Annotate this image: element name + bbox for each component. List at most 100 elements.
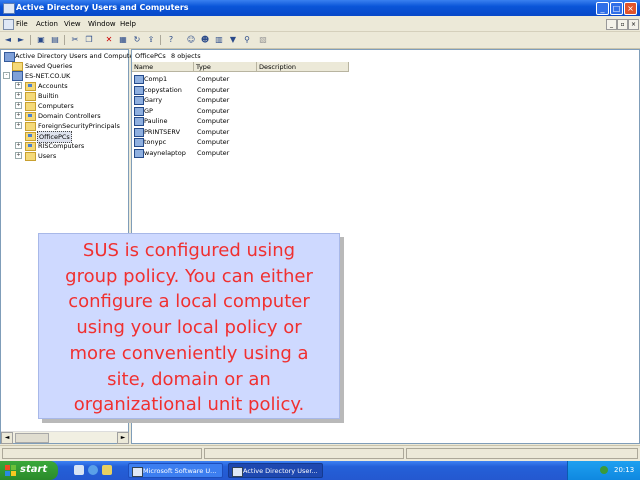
forward-arrow-icon[interactable]: ► bbox=[16, 35, 26, 45]
add-to-group-icon[interactable]: ▧ bbox=[258, 35, 268, 45]
folder-icon bbox=[25, 122, 36, 131]
list-item-name[interactable]: tonypc bbox=[144, 137, 166, 147]
expand-toggle[interactable]: + bbox=[15, 142, 22, 149]
list-item-name[interactable]: Garry bbox=[144, 95, 162, 105]
list-item-name[interactable]: Comp1 bbox=[144, 74, 167, 84]
clock[interactable]: 20:13 bbox=[614, 466, 634, 474]
tree-item-builtin[interactable]: Builtin bbox=[38, 91, 59, 101]
mdi-minimize-button[interactable]: _ bbox=[606, 19, 617, 30]
copy-icon[interactable]: ❐ bbox=[84, 35, 94, 45]
properties-icon[interactable]: ▦ bbox=[118, 35, 128, 45]
tree-item-domain-controllers[interactable]: Domain Controllers bbox=[38, 111, 101, 121]
toolbar-separator bbox=[64, 35, 65, 45]
list-item-name[interactable]: GP bbox=[144, 106, 153, 116]
tree-item-riscomputers[interactable]: RISComputers bbox=[38, 141, 84, 151]
taskbar-item-active-directory[interactable]: Active Directory User... bbox=[228, 463, 323, 478]
taskbar-item-label: Active Directory User... bbox=[243, 467, 318, 475]
domain-icon bbox=[12, 71, 23, 81]
folder-icon bbox=[25, 92, 36, 101]
list-item-type: Computer bbox=[197, 107, 230, 115]
cut-icon[interactable]: ✂ bbox=[70, 35, 80, 45]
list-item-name[interactable]: copystation bbox=[144, 85, 182, 95]
ou-icon bbox=[25, 82, 36, 91]
expand-toggle[interactable]: + bbox=[15, 82, 22, 89]
tree-item-users[interactable]: Users bbox=[38, 151, 56, 161]
tree-item-accounts[interactable]: Accounts bbox=[38, 81, 68, 91]
minimize-button[interactable]: _ bbox=[596, 2, 609, 15]
scroll-thumb[interactable] bbox=[15, 433, 49, 443]
ou-icon bbox=[25, 112, 36, 121]
expand-toggle[interactable]: + bbox=[15, 92, 22, 99]
list-item-type: Computer bbox=[197, 86, 230, 94]
export-list-icon[interactable]: ⇪ bbox=[146, 35, 156, 45]
expand-toggle[interactable]: + bbox=[15, 122, 22, 129]
menu-help[interactable]: Help bbox=[120, 20, 136, 28]
up-folder-icon[interactable]: ▣ bbox=[36, 35, 46, 45]
toolbar-separator bbox=[30, 35, 31, 45]
maximize-button[interactable]: □ bbox=[610, 2, 623, 15]
window-title: Active Directory Users and Computers bbox=[16, 3, 189, 12]
list-item-type: Computer bbox=[197, 138, 230, 146]
folder-icon bbox=[12, 62, 23, 71]
ou-icon bbox=[25, 132, 36, 141]
start-button[interactable]: start bbox=[0, 461, 58, 480]
mdi-close-button[interactable]: × bbox=[628, 19, 639, 30]
ou-icon bbox=[25, 142, 36, 151]
expand-toggle[interactable]: + bbox=[15, 102, 22, 109]
console-icon[interactable] bbox=[3, 19, 14, 30]
status-cell bbox=[406, 448, 638, 459]
list-item-type: Computer bbox=[197, 149, 230, 157]
close-button[interactable]: × bbox=[624, 2, 637, 15]
taskbar-item-microsoft-software[interactable]: Microsoft Software U... bbox=[128, 463, 223, 478]
menu-bar: File Action View Window Help _ ▫ × bbox=[0, 16, 640, 32]
expand-toggle[interactable]: + bbox=[15, 152, 22, 159]
toolbar-separator bbox=[160, 35, 161, 45]
new-user-icon[interactable]: ☺ bbox=[186, 35, 196, 45]
refresh-icon[interactable]: ↻ bbox=[132, 35, 142, 45]
menu-action[interactable]: Action bbox=[36, 20, 58, 28]
toolbar: ◄ ► ▣ ▤ ✂ ❐ ✕ ▦ ↻ ⇪ ? ☺ ☻ ▥ ▼ ⚲ ▧ bbox=[0, 32, 640, 49]
tree-item-foreign-security-principals[interactable]: ForeignSecurityPrincipals bbox=[38, 121, 120, 131]
tree-horizontal-scrollbar[interactable]: ◄ ► bbox=[1, 431, 129, 444]
tree-item-computers[interactable]: Computers bbox=[38, 101, 74, 111]
show-tree-icon[interactable]: ▤ bbox=[50, 35, 60, 45]
list-item-name[interactable]: PRINTSERV bbox=[144, 127, 180, 137]
tree-item-saved-queries[interactable]: Saved Queries bbox=[25, 61, 72, 71]
new-group-icon[interactable]: ☻ bbox=[200, 35, 210, 45]
delete-icon[interactable]: ✕ bbox=[104, 35, 114, 45]
column-header-name[interactable]: Name bbox=[132, 62, 194, 72]
list-item-name[interactable]: Pauline bbox=[144, 116, 167, 126]
column-header-type[interactable]: Type bbox=[194, 62, 257, 72]
app-icon[interactable] bbox=[3, 3, 15, 14]
title-bar: Active Directory Users and Computers _ □… bbox=[0, 0, 640, 16]
new-ou-icon[interactable]: ▥ bbox=[214, 35, 224, 45]
help-icon[interactable]: ? bbox=[166, 35, 176, 45]
scroll-left-icon[interactable]: ◄ bbox=[1, 432, 13, 444]
internet-explorer-icon[interactable] bbox=[88, 465, 98, 475]
callout-text: SUS is configured using group policy. Yo… bbox=[65, 240, 313, 416]
column-header-description[interactable]: Description bbox=[257, 62, 349, 72]
scroll-right-icon[interactable]: ► bbox=[117, 432, 129, 444]
status-bar bbox=[0, 445, 640, 462]
expand-toggle[interactable]: + bbox=[15, 112, 22, 119]
show-desktop-icon[interactable] bbox=[74, 465, 84, 475]
network-icon[interactable] bbox=[600, 466, 608, 474]
console-root-icon bbox=[4, 52, 15, 62]
mdi-restore-button[interactable]: ▫ bbox=[617, 19, 628, 30]
computer-icon bbox=[134, 86, 144, 95]
quick-launch-icon[interactable] bbox=[102, 465, 112, 475]
menu-window[interactable]: Window bbox=[88, 20, 116, 28]
back-arrow-icon[interactable]: ◄ bbox=[3, 35, 13, 45]
menu-file[interactable]: File bbox=[16, 20, 28, 28]
filter-icon[interactable]: ▼ bbox=[228, 35, 238, 45]
list-item-type: Computer bbox=[197, 128, 230, 136]
tree-item-domain[interactable]: ES-NET.CO.UK bbox=[25, 71, 70, 81]
list-item-name[interactable]: waynelaptop bbox=[144, 148, 186, 158]
app-icon bbox=[232, 467, 243, 477]
menu-view[interactable]: View bbox=[64, 20, 81, 28]
find-icon[interactable]: ⚲ bbox=[242, 35, 252, 45]
tree-root[interactable]: Active Directory Users and Computers bbox=[15, 51, 139, 61]
collapse-toggle[interactable]: - bbox=[3, 72, 10, 79]
computer-icon bbox=[134, 149, 144, 158]
object-count: 8 objects bbox=[171, 52, 201, 60]
